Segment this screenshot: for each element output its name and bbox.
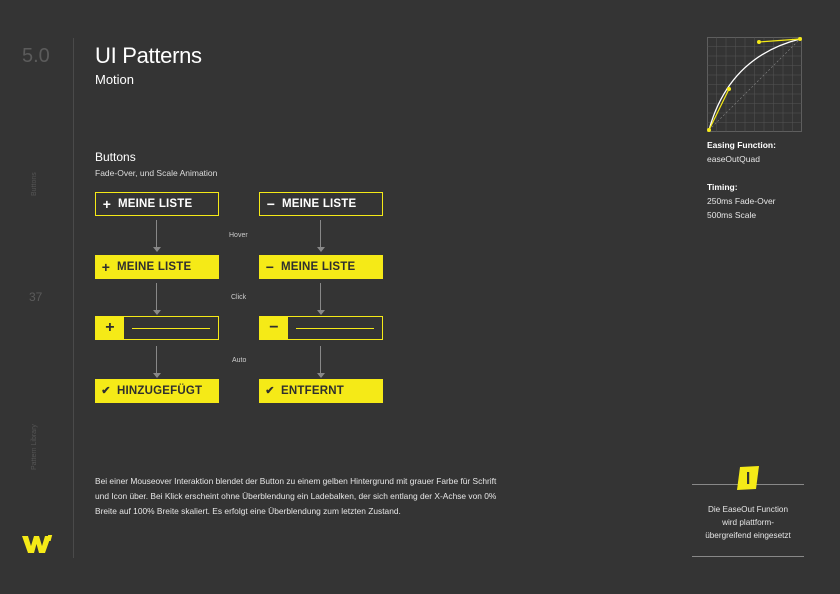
note-line-2: wird plattform-: [722, 518, 774, 527]
note-line-3: übergreifend eingesetzt: [705, 531, 791, 540]
arrow-down-icon: [153, 283, 161, 315]
button-label: MEINE LISTE: [117, 261, 192, 273]
page-subtitle: Motion: [95, 72, 135, 87]
vertical-section-label: Buttons: [31, 172, 38, 196]
section-subtitle: Fade-Over, und Scale Animation: [95, 168, 218, 178]
arrow-down-icon: [317, 346, 325, 378]
minus-icon: −: [265, 259, 275, 275]
remove-button-default[interactable]: − MEINE LISTE: [259, 192, 383, 216]
remove-button-hover[interactable]: − MEINE LISTE: [259, 255, 383, 279]
step-label-hover: Hover: [229, 232, 248, 239]
vertical-library-label: Pattern Library: [31, 424, 38, 470]
note-divider-bottom: [692, 556, 804, 557]
checkmark-icon: ✔: [265, 384, 275, 397]
easing-value: easeOutQuad: [707, 154, 760, 164]
easing-label: Easing Function:: [707, 140, 776, 150]
add-button-hover[interactable]: + MEINE LISTE: [95, 255, 219, 279]
minus-icon: −: [266, 196, 276, 212]
sidebar-divider: [73, 38, 74, 558]
loading-bar: [296, 327, 374, 329]
button-label: MEINE LISTE: [118, 198, 193, 210]
step-label-click: Click: [231, 294, 247, 301]
add-button-default[interactable]: + MEINE LISTE: [95, 192, 219, 216]
minus-icon: −: [260, 317, 288, 339]
timing-label: Timing:: [707, 182, 738, 192]
note-text: Die EaseOut Function wird plattform- übe…: [692, 503, 804, 542]
checkmark-icon: ✔: [101, 384, 111, 397]
step-label-auto: Auto: [232, 357, 247, 364]
timing-fade: 250ms Fade-Over: [707, 196, 776, 206]
plus-icon: +: [102, 196, 112, 212]
plus-icon: +: [96, 317, 124, 339]
description-text: Bei einer Mouseover Interaktion blendet …: [95, 476, 497, 516]
brand-logo-icon: [22, 535, 53, 553]
arrow-down-icon: [317, 220, 325, 252]
arrow-down-icon: [153, 346, 161, 378]
timing-scale: 500ms Scale: [707, 210, 757, 220]
arrow-down-icon: [317, 283, 325, 315]
note-line-1: Die EaseOut Function: [707, 505, 789, 514]
loading-bar: [132, 327, 210, 329]
page-number: 37: [29, 290, 43, 304]
add-button-loading[interactable]: +: [95, 316, 219, 340]
page-title: UI Patterns: [95, 43, 202, 68]
remove-button-loading[interactable]: −: [259, 316, 383, 340]
button-label: HINZUGEFÜGT: [117, 385, 203, 397]
remove-button-done[interactable]: ✔ ENTFERNT: [259, 379, 383, 403]
section-title: Buttons: [95, 150, 136, 164]
arrow-down-icon: [153, 220, 161, 252]
button-label: MEINE LISTE: [281, 261, 356, 273]
button-label: MEINE LISTE: [282, 198, 357, 210]
plus-icon: +: [101, 259, 111, 275]
button-label: ENTFERNT: [281, 385, 344, 397]
info-marker-icon: [737, 466, 759, 490]
section-number: 5.0: [22, 45, 50, 67]
add-button-done[interactable]: ✔ HINZUGEFÜGT: [95, 379, 219, 403]
easing-curve-graph: [707, 37, 802, 132]
